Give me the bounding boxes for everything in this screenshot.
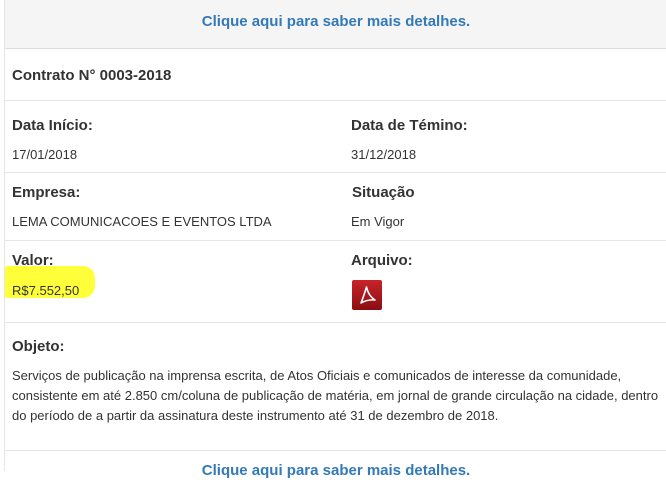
object-label: Objeto:: [12, 338, 65, 355]
details-bar: Clique aqui para saber mais detalhes.: [5, 0, 666, 49]
divider: [5, 172, 666, 173]
amount-value: R$7.552,50: [12, 283, 80, 298]
divider: [5, 322, 666, 323]
company-value: LEMA COMUNICACOES E EVENTOS LTDA: [12, 214, 272, 229]
company-label: Empresa:: [12, 184, 81, 201]
divider: [5, 450, 666, 451]
divider: [5, 240, 666, 241]
details-bar-bottom: Clique aqui para saber mais detalhes.: [5, 462, 666, 480]
details-link-top[interactable]: Clique aqui para saber mais detalhes.: [202, 13, 470, 30]
status-label: Situação: [352, 184, 415, 201]
object-description: Serviços de publicação na imprensa escri…: [12, 368, 659, 423]
divider: [5, 100, 666, 101]
contract-title: Contrato N° 0003-2018: [12, 67, 172, 84]
file-label: Arquivo:: [351, 252, 413, 269]
start-date-label: Data Início:: [12, 117, 93, 134]
end-date-value: 31/12/2018: [351, 147, 417, 162]
status-value: Em Vigor: [351, 214, 405, 229]
pdf-file-icon[interactable]: [352, 280, 382, 310]
contract-panel: Clique aqui para saber mais detalhes. Co…: [4, 0, 666, 479]
end-date-label: Data de Témino:: [351, 117, 468, 134]
start-date-value: 17/01/2018: [12, 147, 78, 162]
